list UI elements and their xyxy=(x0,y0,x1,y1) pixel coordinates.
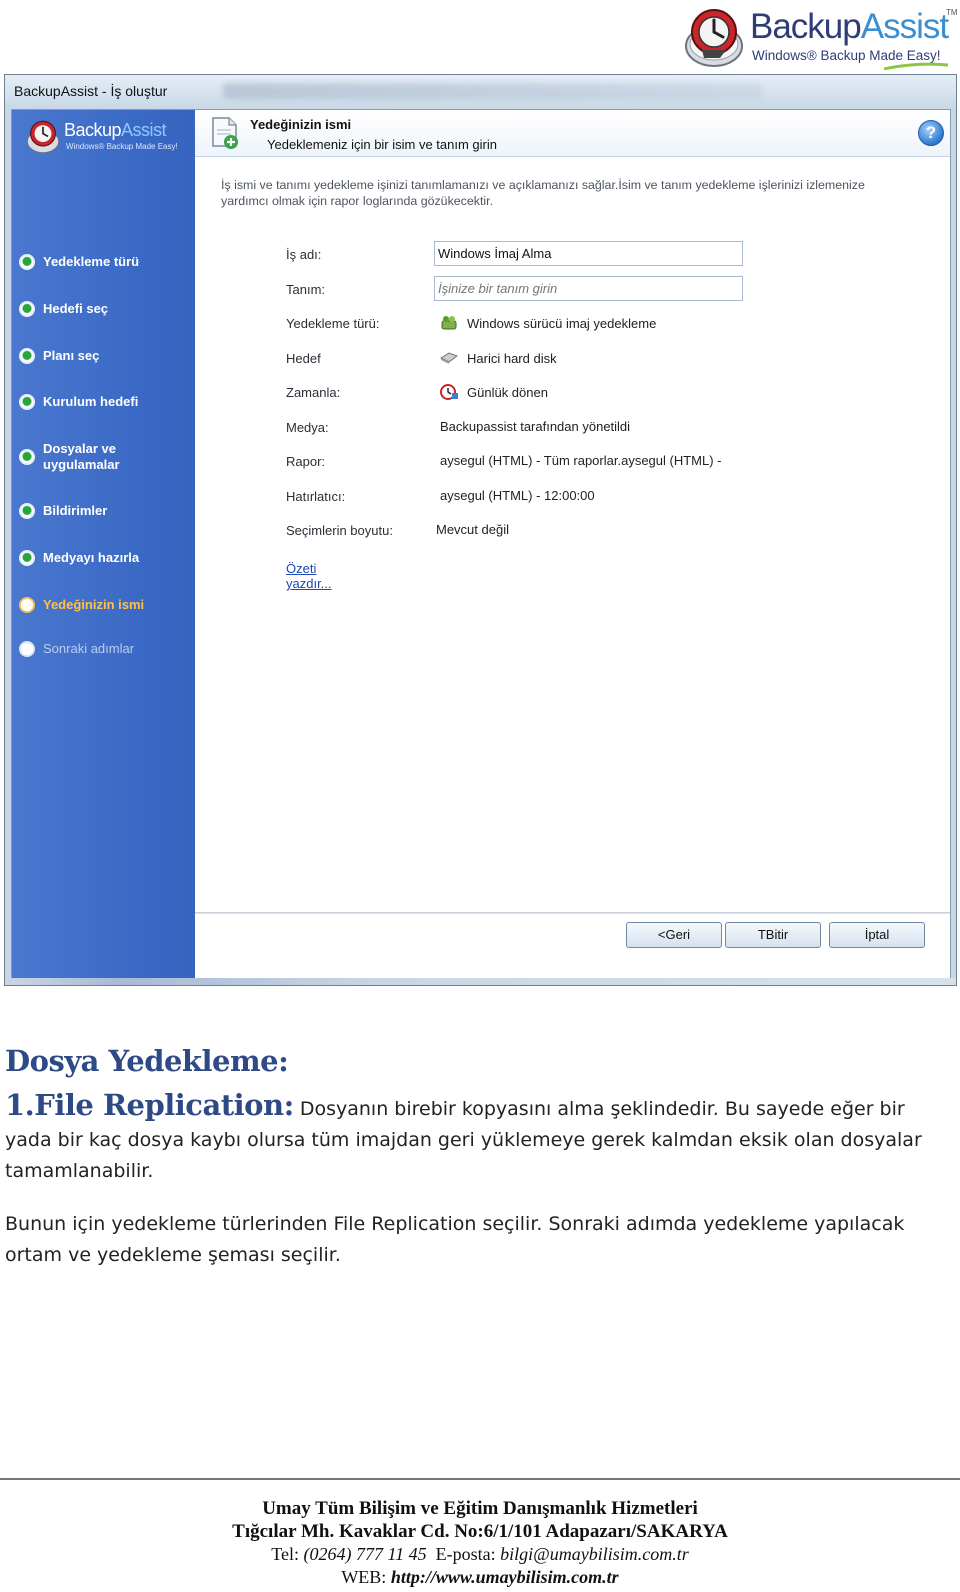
cancel-button[interactable]: İptal xyxy=(829,922,925,948)
selection-paragraph: Bunun için yedekleme türlerinden File Re… xyxy=(5,1213,905,1266)
email-label: E-posta: xyxy=(426,1544,501,1564)
step-done-icon xyxy=(19,348,35,364)
backup-disc-icon xyxy=(685,9,743,67)
page-subtitle: Yedeklemeniz için bir isim ve tanım giri… xyxy=(267,137,498,152)
backup-type-label: Yedekleme türü: xyxy=(286,316,380,331)
step-done-icon xyxy=(19,503,35,519)
step-label: Sonraki adımlar xyxy=(43,641,135,656)
step-done-icon xyxy=(19,254,35,270)
step-plani-sec[interactable]: Planı seç xyxy=(19,348,194,364)
schedule-label: Zamanla: xyxy=(286,385,341,400)
step-yedeginizin-ismi[interactable]: Yedeğinizin ismi xyxy=(19,597,194,613)
window-bottom-border xyxy=(5,978,956,985)
step-label: Medyayı hazırla xyxy=(43,550,140,565)
description-input[interactable] xyxy=(434,276,743,301)
step-dosyalar-ve-uygulamalar[interactable]: Dosyalar ve uygulamalar xyxy=(19,441,194,473)
step-done-icon xyxy=(19,394,35,410)
job-name-input[interactable] xyxy=(434,241,743,266)
step-sonraki-adimlar: Sonraki adımlar xyxy=(19,641,194,657)
media-label: Medya: xyxy=(286,420,329,435)
schedule-clock-icon xyxy=(440,384,458,400)
print-summary-link[interactable]: Özeti yazdır... xyxy=(286,561,332,591)
web-label: WEB: xyxy=(341,1567,391,1587)
page-title: Yedeğinizin ismi xyxy=(250,117,352,132)
swoosh-decoration xyxy=(884,62,948,70)
job-name-label: İş adı: xyxy=(286,247,322,262)
selection-size-label: Seçimlerin boyutu: xyxy=(286,523,393,538)
window-title: BackupAssist - İş oluştur xyxy=(14,83,168,99)
email-value[interactable]: bilgi@umaybilisim.com.tr xyxy=(500,1544,689,1564)
backup-disc-icon xyxy=(26,120,60,154)
sidebar-brand-wordmark: BackupAssist xyxy=(64,120,167,140)
button-separator xyxy=(195,912,950,914)
tel-label: Tel: xyxy=(271,1544,304,1564)
window-titlebar[interactable]: BackupAssist - İş oluştur xyxy=(5,75,956,109)
step-label: Dosyalar ve uygulamalar xyxy=(43,441,120,472)
web-value[interactable]: http://www.umaybilisim.com.tr xyxy=(391,1567,619,1587)
company-address: Tığcılar Mh. Kavaklar Cd. No:6/1/101 Ada… xyxy=(232,1521,728,1542)
contact-line: Tel: (0264) 777 11 45 E-posta: bilgi@uma… xyxy=(0,1543,960,1566)
file-replication-paragraph: 1.File Replication: Dosyanın birebir kop… xyxy=(5,1090,950,1187)
step-label: Bildirimler xyxy=(43,503,108,518)
brand-wordmark: BackupAssist xyxy=(750,7,949,46)
backupassist-window: BackupAssist - İş oluştur BackupAssist W… xyxy=(4,74,957,986)
step-label: Hedefi seç xyxy=(43,301,109,316)
drive-image-icon xyxy=(441,316,457,330)
company-name: Umay Tüm Bilişim ve Eğitim Danışmanlık H… xyxy=(262,1498,698,1519)
report-value: aysegul (HTML) - Tüm raporlar.aysegul (H… xyxy=(440,453,722,468)
report-label: Rapor: xyxy=(286,454,326,469)
target-label: Hedef xyxy=(286,351,321,366)
new-document-icon xyxy=(212,117,238,149)
step-label: Planı seç xyxy=(43,348,100,363)
reminder-label: Hatırlatıcı: xyxy=(286,489,346,504)
page-footer: Umay Tüm Bilişim ve Eğitim Danışmanlık H… xyxy=(0,1497,960,1589)
description-label: Tanım: xyxy=(286,282,326,297)
target-value: Harici hard disk xyxy=(440,350,557,366)
brand-tagline: Windows® Backup Made Easy! xyxy=(752,48,941,63)
wizard-panel: BackupAssist Windows® Backup Made Easy! … xyxy=(11,109,951,979)
selection-size-value: Mevcut değil xyxy=(436,522,509,537)
step-label: Kurulum hedefi xyxy=(43,394,139,409)
step-kurulum-hedefi[interactable]: Kurulum hedefi xyxy=(19,394,194,410)
step-label: Yedekleme türü xyxy=(43,254,140,269)
wizard-sidebar: BackupAssist Windows® Backup Made Easy! … xyxy=(12,110,195,978)
step-pending-icon xyxy=(19,641,35,657)
step-medyayi-hazirla[interactable]: Medyayı hazırla xyxy=(19,550,194,566)
sidebar-brand-tagline: Windows® Backup Made Easy! xyxy=(66,142,178,151)
step-done-icon xyxy=(19,301,35,317)
footer-rule xyxy=(0,1478,960,1480)
web-line: WEB: http://www.umaybilisim.com.tr xyxy=(0,1566,960,1589)
step-yedekleme-turu[interactable]: Yedekleme türü xyxy=(19,254,194,270)
step-done-icon xyxy=(19,550,35,566)
schedule-value: Günlük dönen xyxy=(440,384,548,400)
step-bildirimler[interactable]: Bildirimler xyxy=(19,503,194,519)
reminder-value: aysegul (HTML) - 12:00:00 xyxy=(440,488,595,503)
step-label: Yedeğinizin ismi xyxy=(43,597,145,612)
help-icon[interactable]: ? xyxy=(918,120,944,146)
backup-type-value: Windows sürücü imaj yedekleme xyxy=(440,315,656,331)
section-heading: Dosya Yedekleme: xyxy=(5,1044,289,1078)
sidebar-logo: BackupAssist Windows® Backup Made Easy! xyxy=(26,118,186,160)
back-button[interactable]: <Geri xyxy=(626,922,722,948)
media-value: Backupassist tarafından yönetildi xyxy=(440,419,631,434)
step-hedefi-sec[interactable]: Hedefi seç xyxy=(19,301,194,317)
intro-text: İş ismi ve tanımı yedekleme işinizi tanı… xyxy=(221,178,865,208)
blurred-titlebar-area xyxy=(223,83,763,99)
trademark-mark: TM xyxy=(946,8,958,17)
tel-value: (0264) 777 11 45 xyxy=(303,1544,427,1564)
external-disk-icon xyxy=(440,352,458,364)
step-done-icon xyxy=(19,449,35,465)
step-current-icon xyxy=(19,597,35,613)
file-replication-title: 1.File Replication: xyxy=(5,1088,294,1122)
backupassist-logo: BackupAssist TM Windows® Backup Made Eas… xyxy=(684,4,958,72)
wizard-header: Yedeğinizin ismi Yedeklemeniz için bir i… xyxy=(195,110,950,157)
finish-button[interactable]: TBitir xyxy=(725,922,821,948)
